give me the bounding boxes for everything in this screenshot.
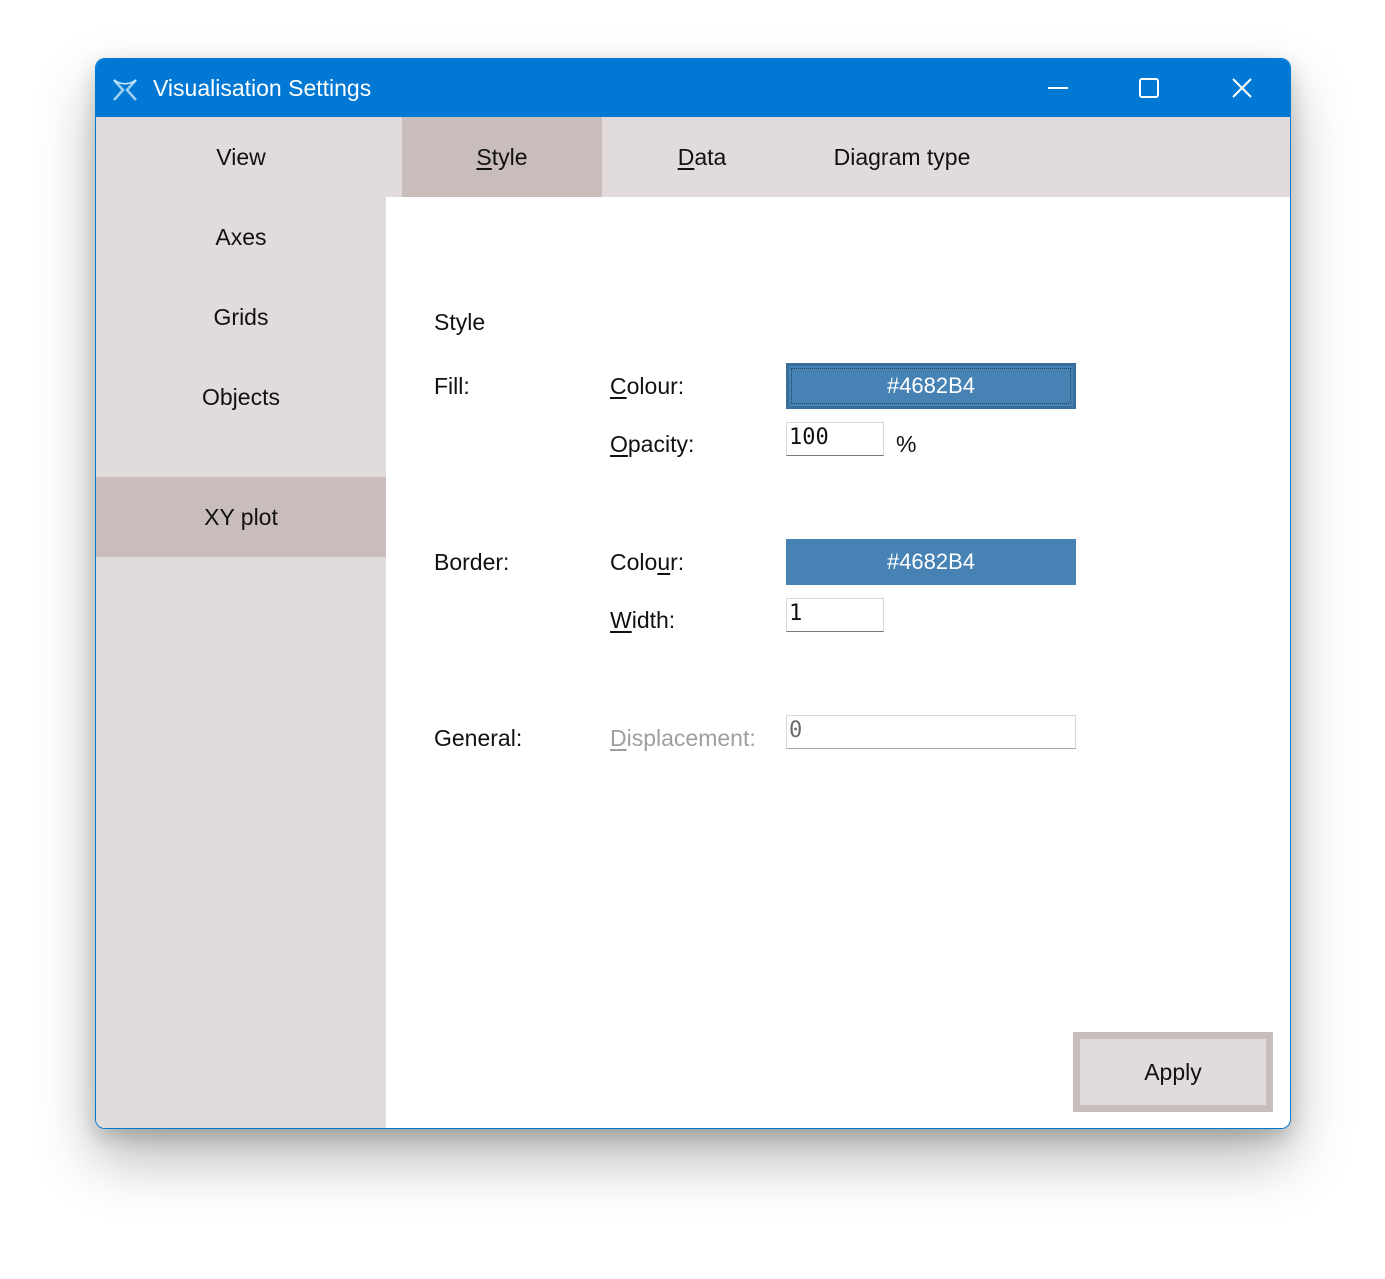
sidebar-item-label: Axes xyxy=(215,223,267,250)
sidebar-item-objects[interactable]: Objects xyxy=(96,357,386,437)
border-colour-value: #4682B4 xyxy=(886,549,976,574)
sidebar: View Axes Grids Objects XY plot xyxy=(96,117,386,1128)
sidebar-item-xy-plot[interactable]: XY plot xyxy=(96,477,386,557)
sidebar-item-label: Grids xyxy=(213,303,269,330)
sidebar-item-view[interactable]: View xyxy=(96,117,386,197)
sidebar-item-label: Objects xyxy=(202,383,280,410)
maximize-icon xyxy=(1139,78,1159,98)
fill-colour-label: Colour: xyxy=(610,373,685,399)
border-label: Border: xyxy=(434,549,510,575)
apply-button[interactable]: Apply xyxy=(1073,1032,1273,1112)
displacement-input[interactable]: 0 xyxy=(786,715,1076,749)
border-colour-button[interactable]: #4682B4 xyxy=(786,539,1076,585)
general-label: General: xyxy=(434,725,523,751)
opacity-input[interactable]: 100 xyxy=(786,422,884,456)
fill-label: Fill: xyxy=(434,373,470,399)
close-button[interactable] xyxy=(1212,59,1272,117)
sidebar-item-label: XY plot xyxy=(204,503,278,530)
style-panel: Style Fill: Colour: #4682B4 Opacity: 100… xyxy=(386,199,1290,1128)
window-title: Visualisation Settings xyxy=(153,75,372,101)
tab-diagram-type[interactable]: Diagram type xyxy=(802,117,1002,197)
tab-bar: Style Data Diagram type xyxy=(386,117,1290,197)
close-icon xyxy=(1232,78,1252,98)
opacity-unit: % xyxy=(896,431,917,457)
minimize-button[interactable] xyxy=(1028,59,1088,117)
tab-style[interactable]: Style xyxy=(402,117,602,197)
maximize-button[interactable] xyxy=(1119,59,1179,117)
fill-colour-button[interactable]: #4682B4 xyxy=(786,363,1076,409)
opacity-label: Opacity: xyxy=(610,431,695,457)
tab-label: Diagram type xyxy=(833,143,971,170)
sidebar-item-axes[interactable]: Axes xyxy=(96,197,386,277)
tab-data[interactable]: Data xyxy=(602,117,802,197)
tab-label: Data xyxy=(677,143,727,170)
fill-colour-value: #4682B4 xyxy=(886,373,976,398)
displacement-label: Displacement: xyxy=(610,725,756,751)
sidebar-item-label: View xyxy=(216,143,266,170)
width-label: Width: xyxy=(610,607,676,633)
app-logo-icon xyxy=(113,79,137,101)
sidebar-item-grids[interactable]: Grids xyxy=(96,277,386,357)
tab-label: Style xyxy=(476,143,528,170)
settings-window: Visualisation Settings View Axes Grids O… xyxy=(95,58,1291,1129)
width-input[interactable]: 1 xyxy=(786,598,884,632)
section-title: Style xyxy=(434,309,486,335)
title-bar[interactable]: Visualisation Settings xyxy=(96,59,1290,117)
minimize-icon xyxy=(1048,87,1068,89)
border-colour-label: Colour: xyxy=(610,549,685,575)
